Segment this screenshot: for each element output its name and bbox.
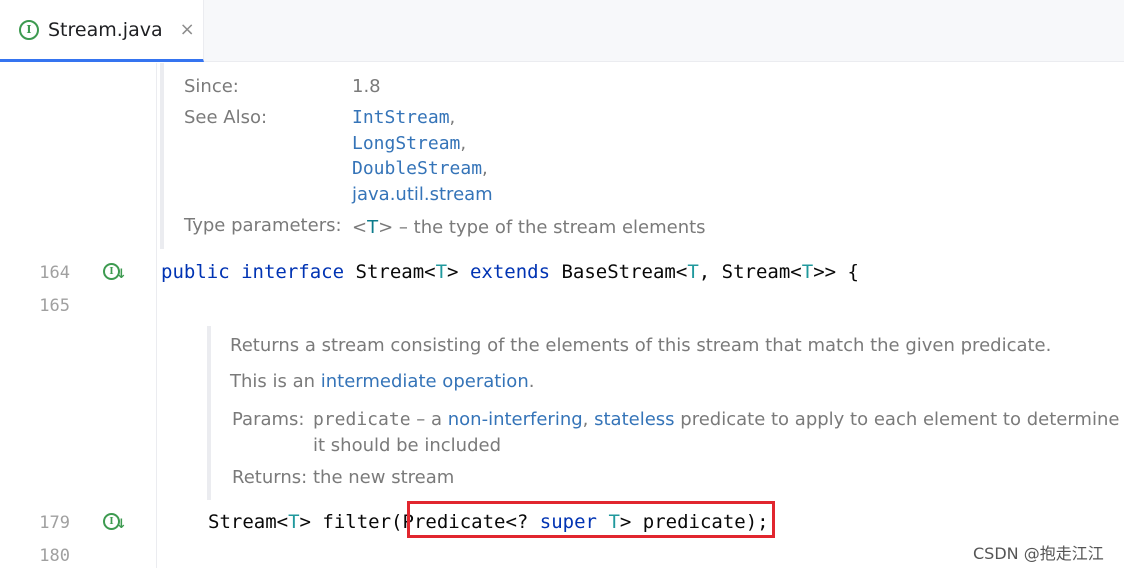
interface-icon: I	[19, 19, 39, 40]
watermark: CSDN @抱走江江	[973, 544, 1104, 563]
line-number: 165	[39, 296, 70, 316]
link-stateless[interactable]: stateless	[594, 409, 674, 430]
link-longstream[interactable]: LongStream	[352, 133, 460, 154]
tab-title: Stream.java	[48, 18, 163, 41]
params-label: Params:	[232, 409, 305, 430]
since-value: 1.8	[352, 76, 381, 97]
link-java-util-stream[interactable]: java.util.stream	[352, 184, 493, 205]
see-also-item: LongStream,	[352, 133, 467, 154]
params-value: predicate – a non-interfering, stateless…	[313, 409, 1124, 430]
implemented-icon[interactable]: I ↓	[103, 511, 127, 535]
line-number: 164	[39, 263, 70, 283]
link-intstream[interactable]: IntStream	[352, 107, 450, 128]
tab-stream-java[interactable]: I Stream.java ×	[0, 0, 204, 62]
gutter-divider	[156, 63, 157, 568]
code-line-164: public interface Stream<T> extends BaseS…	[161, 261, 859, 283]
type-params-value: <T> – the type of the stream elements	[352, 217, 706, 238]
returns-value: the new stream	[313, 467, 455, 488]
see-also-item: java.util.stream	[352, 184, 493, 205]
returns-label: Returns:	[232, 467, 308, 488]
type-params-label: Type parameters:	[184, 215, 342, 236]
link-doublestream[interactable]: DoubleStream	[352, 158, 482, 179]
line-number: 179	[39, 513, 70, 533]
see-also-item: DoubleStream,	[352, 158, 488, 179]
javadoc-bar	[160, 63, 164, 249]
line-number: 180	[39, 546, 70, 566]
since-label: Since:	[184, 76, 239, 97]
javadoc-bar	[207, 326, 211, 500]
implemented-icon[interactable]: I ↓	[103, 261, 127, 285]
editor-tab-bar: I Stream.java ×	[0, 0, 1124, 62]
javadoc-intermediate: This is an intermediate operation.	[230, 371, 535, 392]
see-also-item: IntStream,	[352, 107, 456, 128]
highlight-box	[407, 501, 775, 538]
see-also-label: See Also:	[184, 107, 268, 128]
close-icon[interactable]: ×	[180, 19, 195, 40]
code-editor[interactable]: Since: 1.8 See Also: IntStream, LongStre…	[0, 63, 1124, 568]
link-intermediate-operation[interactable]: intermediate operation	[321, 371, 529, 392]
javadoc-summary: Returns a stream consisting of the eleme…	[230, 335, 1052, 356]
params-value-continued: it should be included	[313, 435, 501, 456]
link-non-interfering[interactable]: non-interfering	[448, 409, 583, 430]
